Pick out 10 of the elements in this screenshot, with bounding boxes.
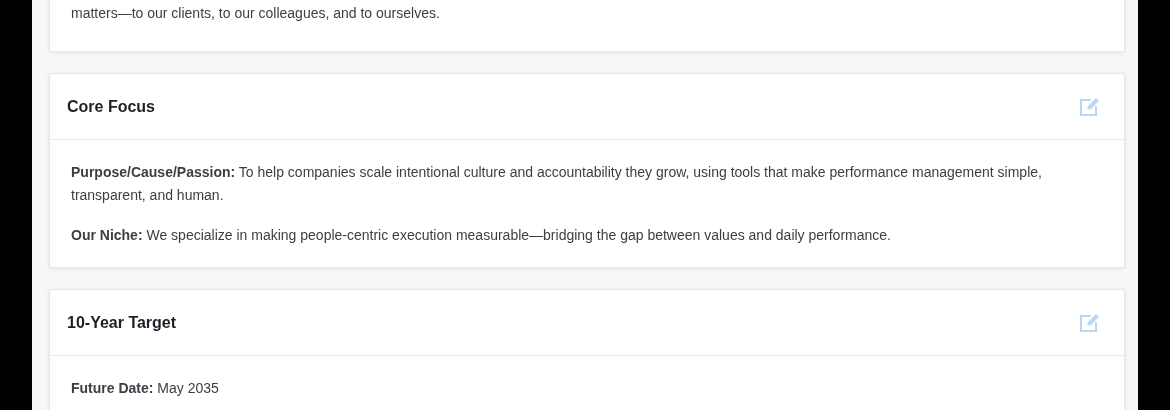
paragraph: Our Niche: We specialize in making people-centric execution measurable—bridging the gap between values and daily performance. xyxy=(71,226,892,245)
paragraph: Future Date: May 2035 xyxy=(71,379,220,398)
edit-button[interactable] xyxy=(1079,97,1100,116)
edit-button[interactable] xyxy=(1079,313,1100,332)
edit-icon xyxy=(1079,313,1100,332)
section-title: 10-Year Target xyxy=(67,312,177,333)
paragraph: matters—to our clients, to our colleagues, and to ourselves. xyxy=(71,4,441,23)
paragraph: Purpose/Cause/Passion: To help companies scale intentional culture and accountability they grow, using tools that make performance management simple, transparent, and human. xyxy=(71,163,1043,205)
section-title: Core Focus xyxy=(67,96,155,117)
edit-icon xyxy=(1079,97,1100,116)
